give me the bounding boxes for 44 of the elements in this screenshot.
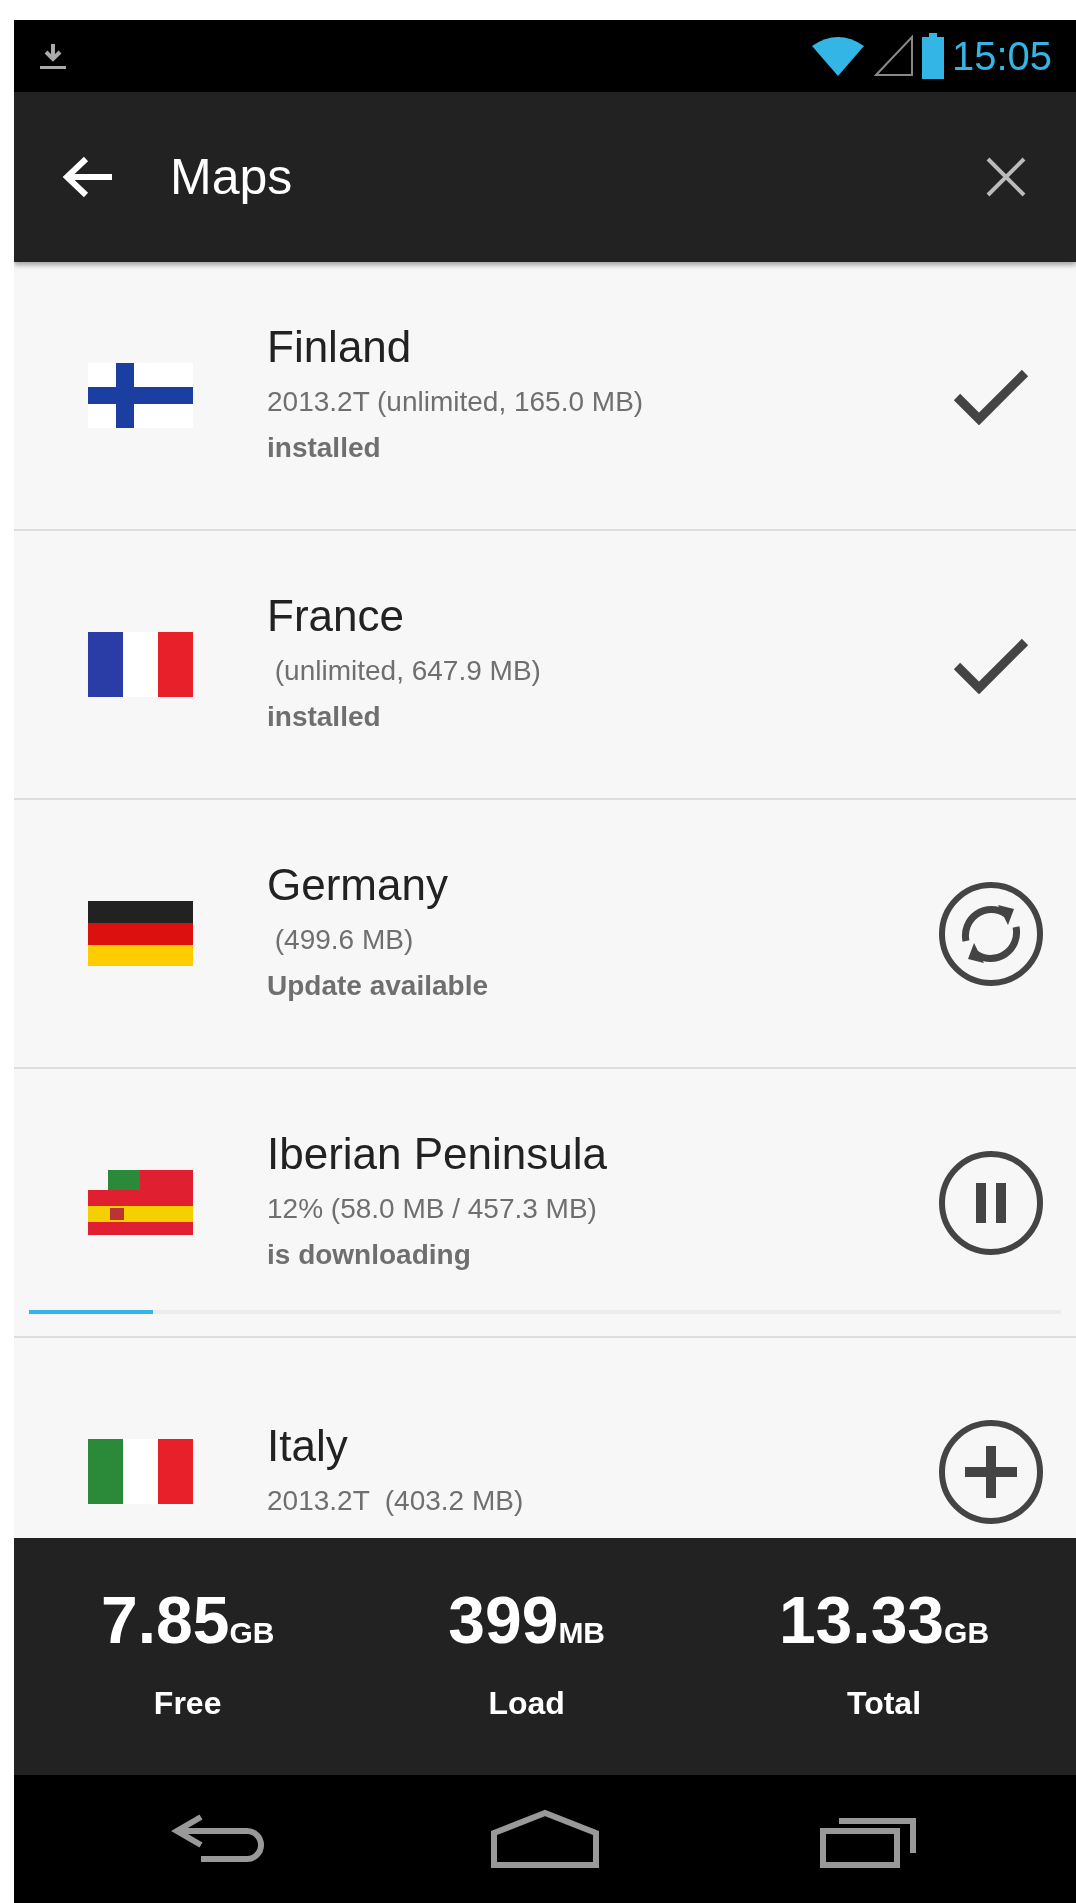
storage-label: Load [488, 1683, 565, 1723]
map-row[interactable]: Finland 2013.2T (unlimited, 165.0 MB) installed [14, 262, 1076, 531]
map-row[interactable]: Iberian Peninsula 12% (58.0 MB / 457.3 MB) is downloading [14, 1069, 1076, 1338]
map-status: installed [267, 699, 382, 734]
signal-icon [873, 35, 914, 77]
download-icon [38, 41, 68, 71]
storage-value: 13.33 [778, 1586, 945, 1653]
storage-value: 399 [448, 1586, 559, 1653]
storage-unit: GB [229, 1614, 275, 1651]
storage-label: Total [846, 1683, 921, 1723]
map-name: Italy [267, 1421, 349, 1472]
storage-unit: GB [944, 1614, 990, 1651]
map-name: France [267, 591, 405, 642]
map-name: Germany [267, 860, 449, 911]
flag-icon [88, 632, 193, 697]
map-status: installed [267, 430, 382, 465]
map-row[interactable]: France (unlimited, 647.9 MB) installed [14, 531, 1076, 800]
map-details: (unlimited, 647.9 MB) [273, 653, 542, 688]
map-details: 2013.2T (unlimited, 165.0 MB) [267, 384, 645, 419]
wifi-icon [809, 36, 866, 76]
clock-time: 15:05 [951, 36, 1052, 76]
map-name: Iberian Peninsula [267, 1129, 608, 1180]
close-button[interactable] [984, 155, 1028, 199]
map-status: is downloading [267, 1237, 472, 1272]
home-icon[interactable] [490, 1809, 600, 1869]
map-details: 2013.2T (403.2 MB) [267, 1483, 525, 1518]
flag-icon [88, 901, 193, 966]
pause-icon[interactable] [938, 1149, 1044, 1256]
storage-label: Free [153, 1683, 222, 1723]
flag-icon [88, 363, 193, 428]
map-details: 12% (58.0 MB / 457.3 MB) [267, 1191, 598, 1226]
map-details: (499.6 MB) [273, 922, 415, 957]
refresh-icon[interactable] [938, 880, 1044, 987]
back-button[interactable] [62, 155, 114, 199]
storage-value: 7.85 [100, 1586, 230, 1653]
flag-icon [88, 1439, 193, 1504]
add-icon[interactable] [938, 1418, 1044, 1525]
app-title: Maps [169, 147, 293, 207]
map-name: Finland [267, 322, 413, 373]
storage-unit: MB [558, 1614, 606, 1651]
map-row[interactable]: Germany (499.6 MB) Update available [14, 800, 1076, 1069]
map-status: Update available [267, 968, 489, 1003]
flag-icon [88, 1170, 193, 1235]
battery-icon [921, 33, 944, 79]
